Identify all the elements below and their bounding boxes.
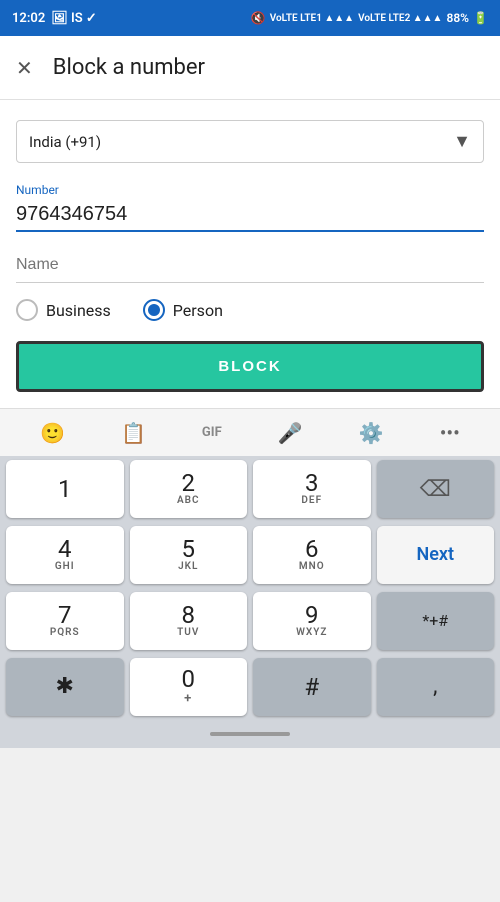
radio-business-label: Business (46, 301, 111, 320)
close-button[interactable]: ✕ (16, 56, 33, 80)
mic-icon[interactable]: 🎤 (270, 413, 311, 453)
status-bar-left: 12:02 🖼 IS ✓ (12, 11, 97, 26)
key-5-sub: JKL (178, 561, 198, 573)
keyboard-row-2: 4 GHI 5 JKL 6 MNO Next (0, 522, 500, 588)
radio-person-label: Person (173, 301, 223, 320)
key-1-main: 1 (58, 477, 72, 501)
gif-icon[interactable]: GIF (194, 417, 230, 448)
keyboard-row-1: 1 2 ABC 3 DEF ⌫ (0, 456, 500, 522)
status-bar: 12:02 🖼 IS ✓ 🔇 VoLTE LTE1 ▲▲▲ VoLTE LTE2… (0, 0, 500, 36)
status-time: 12:02 (12, 11, 45, 26)
key-5-main: 5 (182, 537, 196, 561)
settings-icon[interactable]: ⚙️ (351, 413, 392, 453)
country-label: India (+91) (29, 133, 101, 151)
key-2-sub: ABC (177, 495, 200, 507)
key-symbols-label: *+# (422, 613, 448, 629)
key-0[interactable]: 0 + (130, 658, 248, 716)
keyboard-row-4: ✱ 0 + # , (0, 654, 500, 720)
clipboard-icon[interactable]: 📋 (113, 413, 154, 453)
key-4-sub: GHI (55, 561, 75, 573)
key-9[interactable]: 9 WXYZ (253, 592, 371, 650)
key-hash-main: # (304, 675, 319, 699)
number-input[interactable] (16, 199, 484, 232)
key-star[interactable]: ✱ (6, 658, 124, 716)
radio-person-circle[interactable] (143, 299, 165, 321)
key-7[interactable]: 7 PQRS (6, 592, 124, 650)
backspace-icon: ⌫ (420, 477, 451, 502)
battery-level: 88% (446, 11, 469, 25)
key-4[interactable]: 4 GHI (6, 526, 124, 584)
key-7-main: 7 (58, 603, 72, 627)
more-icon[interactable]: ••• (432, 413, 468, 453)
keyboard-row-3: 7 PQRS 8 TUV 9 WXYZ *+# (0, 588, 500, 654)
key-5[interactable]: 5 JKL (130, 526, 248, 584)
key-3[interactable]: 3 DEF (253, 460, 371, 518)
key-6-main: 6 (305, 537, 319, 561)
key-4-main: 4 (58, 537, 72, 561)
key-star-main: ✱ (56, 676, 74, 698)
key-8-sub: TUV (177, 627, 199, 639)
keyboard-toolbar: 🙂 📋 GIF 🎤 ⚙️ ••• (0, 408, 500, 456)
key-8[interactable]: 8 TUV (130, 592, 248, 650)
radio-business-circle[interactable] (16, 299, 38, 321)
dropdown-arrow-icon: ▼ (453, 131, 471, 152)
status-icons: 🖼 IS ✓ (51, 11, 97, 26)
key-2[interactable]: 2 ABC (130, 460, 248, 518)
country-dropdown[interactable]: India (+91) ▼ (16, 120, 484, 163)
signal-mute-icon: 🔇 (251, 11, 266, 25)
battery-icon: 🔋 (473, 11, 488, 25)
key-8-main: 8 (182, 603, 196, 627)
key-6[interactable]: 6 MNO (253, 526, 371, 584)
key-hash[interactable]: # (253, 658, 371, 716)
bottom-indicator (210, 732, 290, 736)
radio-group: Business Person (16, 299, 484, 321)
key-backspace[interactable]: ⌫ (377, 460, 495, 518)
signal-lte2-icon: VoLTE LTE2 ▲▲▲ (358, 13, 442, 24)
main-content: India (+91) ▼ Number Business Person BLO… (0, 100, 500, 408)
bottom-bar (0, 720, 500, 748)
title-bar: ✕ Block a number (0, 36, 500, 100)
key-9-main: 9 (305, 603, 319, 627)
key-comma[interactable]: , (377, 658, 495, 716)
key-next[interactable]: Next (377, 526, 495, 584)
key-0-sub: + (184, 691, 192, 707)
key-3-main: 3 (305, 471, 319, 495)
key-0-main: 0 (182, 667, 196, 691)
name-input[interactable] (16, 248, 484, 283)
page-title: Block a number (53, 55, 205, 80)
key-9-sub: WXYZ (296, 627, 327, 639)
key-symbols[interactable]: *+# (377, 592, 495, 650)
status-bar-right: 🔇 VoLTE LTE1 ▲▲▲ VoLTE LTE2 ▲▲▲ 88% 🔋 (251, 11, 488, 25)
key-1[interactable]: 1 (6, 460, 124, 518)
emoji-icon[interactable]: 🙂 (32, 413, 73, 453)
key-6-sub: MNO (299, 561, 325, 573)
number-input-group: Number (16, 183, 484, 232)
key-comma-main: , (433, 676, 437, 698)
radio-business[interactable]: Business (16, 299, 111, 321)
signal-lte-icon: VoLTE LTE1 ▲▲▲ (270, 13, 354, 24)
key-3-sub: DEF (301, 495, 322, 507)
key-2-main: 2 (182, 471, 196, 495)
key-7-sub: PQRS (50, 627, 80, 639)
number-label: Number (16, 183, 484, 197)
key-next-label: Next (416, 546, 454, 564)
name-input-group (16, 248, 484, 283)
keyboard: 1 2 ABC 3 DEF ⌫ 4 GHI 5 JKL 6 MNO Next (0, 456, 500, 720)
radio-person[interactable]: Person (143, 299, 223, 321)
block-button[interactable]: BLOCK (16, 341, 484, 392)
